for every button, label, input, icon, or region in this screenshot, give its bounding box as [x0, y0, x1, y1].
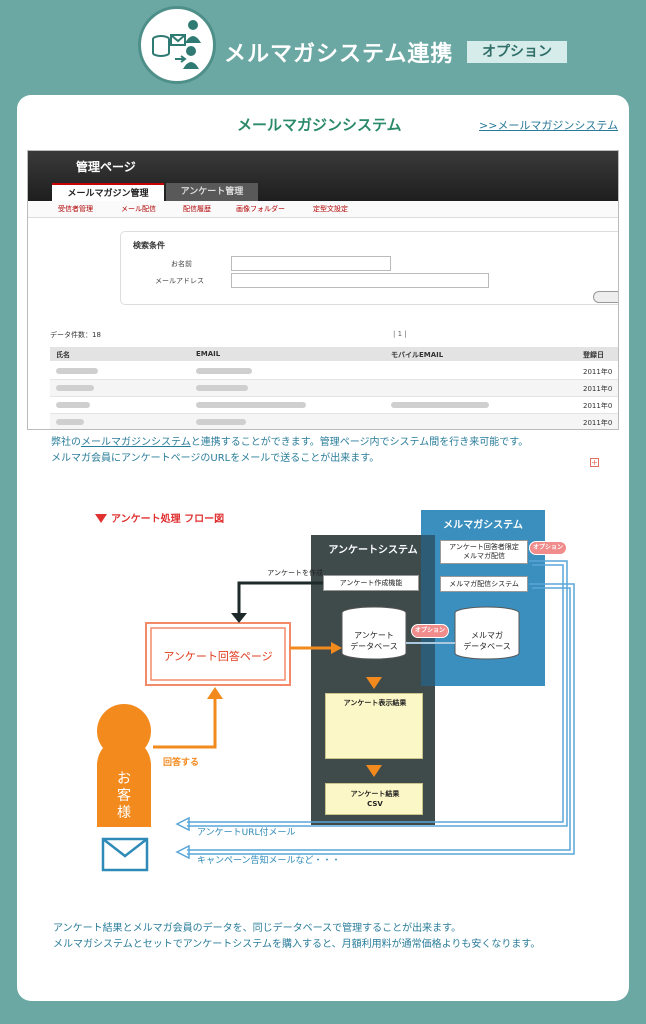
- page-header: メルマガシステム連携 オプション: [0, 0, 646, 92]
- page-title: メルマガシステム連携: [224, 42, 454, 67]
- option-badge: オプション: [467, 41, 567, 63]
- mail-system-panel-title: メルマガシステム: [443, 520, 523, 531]
- bottom-description: アンケート結果とメルマガ会員のデータを、同じデータベースで管理することが出来ます…: [53, 923, 541, 950]
- customer-label: お客様: [117, 771, 131, 821]
- create-func-box: アンケート作成機能: [323, 575, 419, 591]
- survey-db-label: アンケート データベース: [350, 631, 398, 651]
- mail-system-panel: [421, 510, 545, 686]
- survey-system-panel-title: アンケートシステム: [328, 545, 418, 556]
- url-mail-label: アンケートURL付メール: [197, 828, 296, 838]
- answer-page: アンケート回答ページ: [163, 650, 273, 663]
- result-display-box: アンケート表示結果: [325, 693, 423, 759]
- limited-send-box: アンケート回答者限定 メルマガ配信: [440, 540, 528, 564]
- mail-option-pill: オプション: [529, 541, 567, 555]
- create-survey-label: アンケートを作成: [267, 569, 323, 577]
- campaign-mail-label: キャンペーン告知メールなど・・・: [197, 856, 341, 866]
- database-mail-person-icon: [138, 6, 216, 84]
- mail-send-box: メルマガ配信システム: [440, 576, 528, 592]
- db-option-pill: オプション: [411, 624, 449, 638]
- content-card: メールマガジンシステム >>メールマガジンシステム 管理ページ メールマガジン管…: [17, 95, 629, 1001]
- answer-label: 回答する: [163, 758, 200, 768]
- result-csv-box: アンケート結果 CSV: [325, 783, 423, 815]
- mail-db-label: メルマガ データベース: [463, 631, 511, 651]
